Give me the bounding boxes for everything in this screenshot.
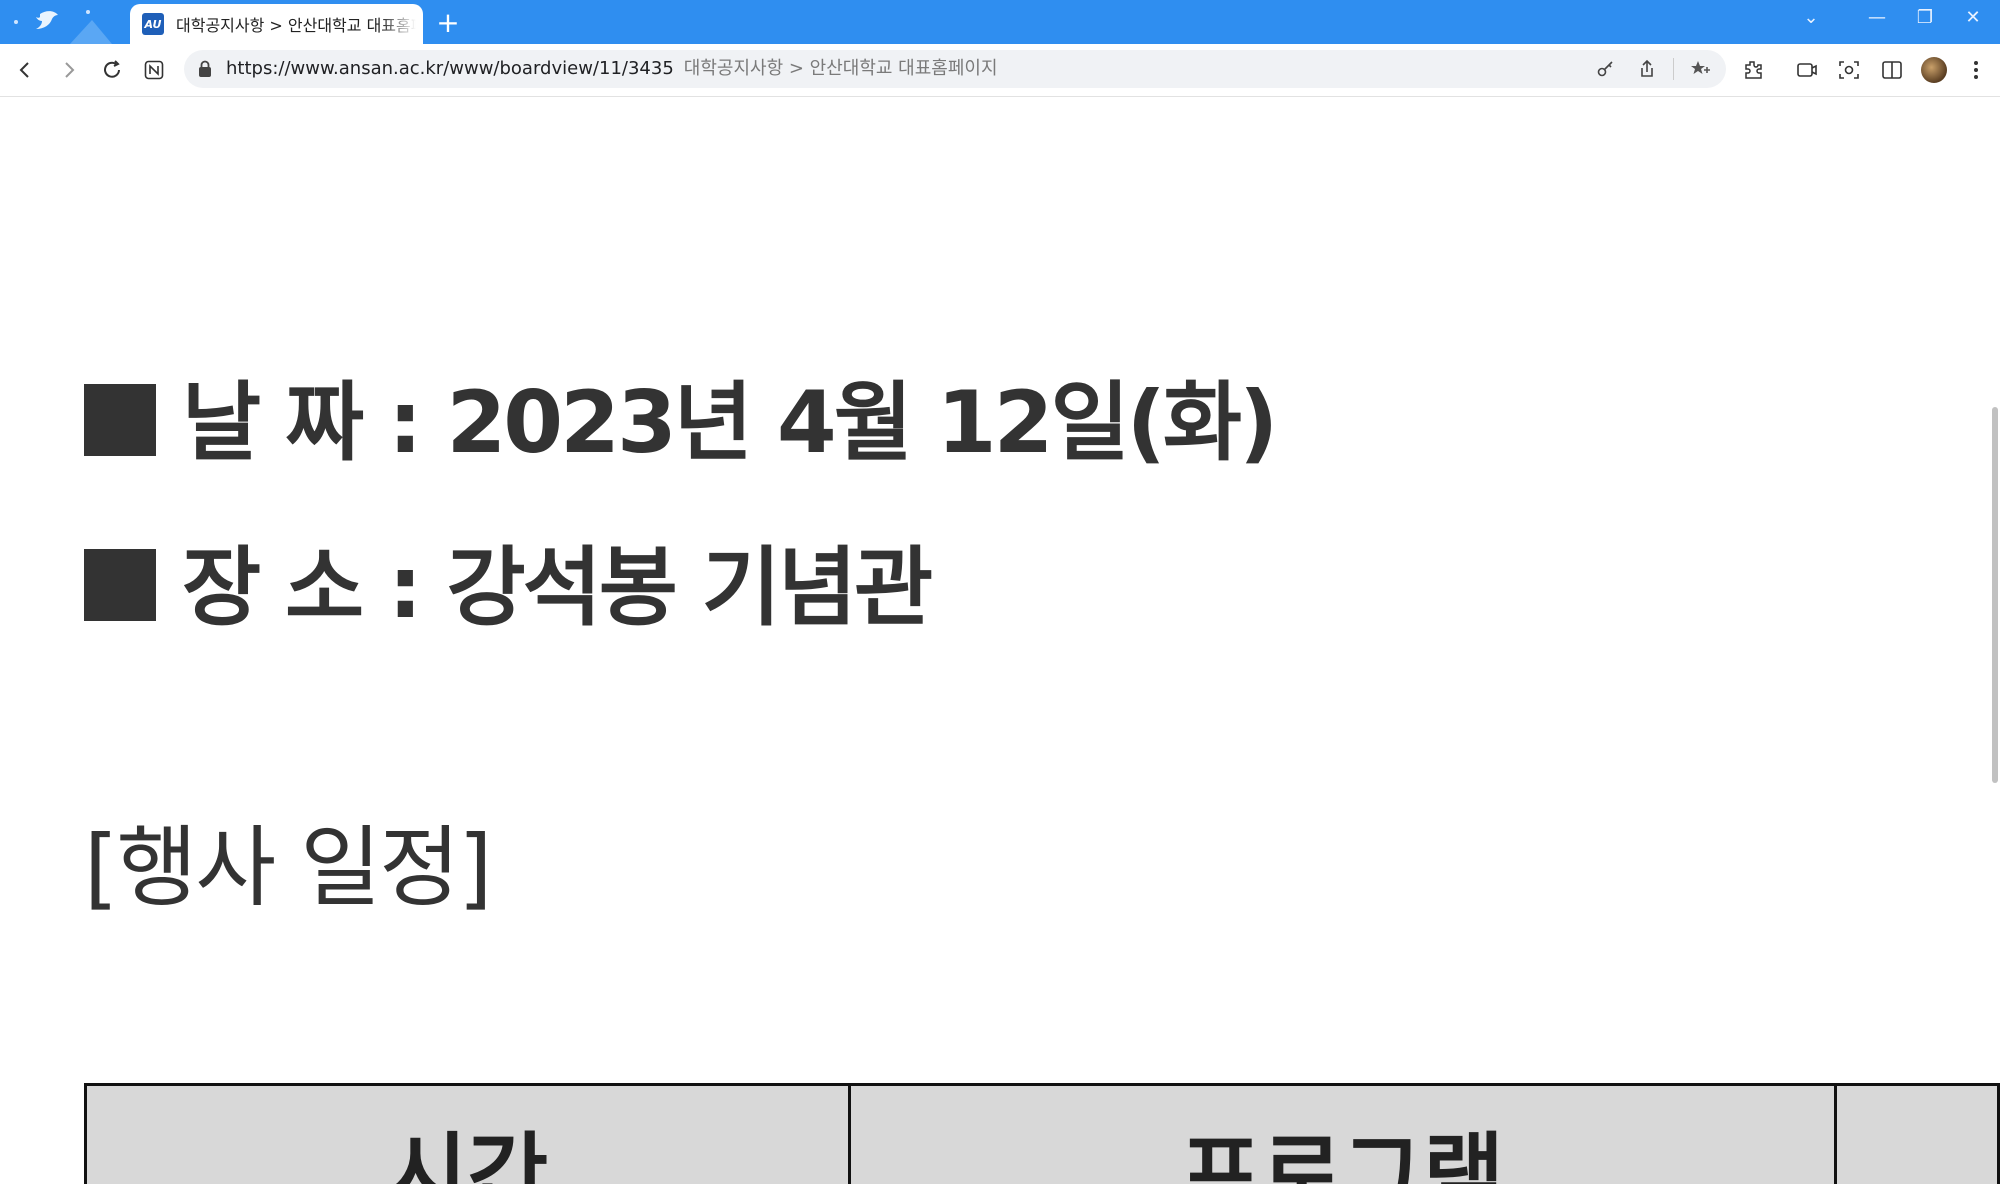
more-menu-icon[interactable] <box>1964 58 1988 82</box>
column-header-program: 프로그램 <box>847 1083 1838 1184</box>
url: https://www.ansan.ac.kr/www/boardview/11… <box>226 58 674 79</box>
page-scrollbar[interactable] <box>1988 97 2000 1184</box>
reload-button[interactable] <box>96 54 128 86</box>
event-date-line: 날 짜 : 2023년 4월 12일(화) <box>84 352 1278 477</box>
address-bar[interactable]: https://www.ansan.ac.kr/www/boardview/11… <box>184 50 1726 88</box>
site-favicon-icon: AU <box>142 13 164 35</box>
url-page-title: 대학공지사항 > 안산대학교 대표홈페이지 <box>683 58 998 79</box>
reload-icon <box>104 60 120 78</box>
back-button[interactable] <box>9 54 41 86</box>
tab-strip: AU 대학공지사항 > 안산대학교 대표홈페이지 + ⌄ — ❐ ✕ <box>0 0 2000 44</box>
new-tab-button[interactable]: + <box>432 7 464 39</box>
back-arrow-icon <box>19 62 29 78</box>
table-header-row: 시간 프로그램 <box>84 1083 2000 1184</box>
event-place-line: 장 소 : 강석봉 기념관 <box>84 517 933 642</box>
omnibox-divider <box>1673 58 1674 80</box>
tab-search-button[interactable]: ⌄ <box>1788 0 1834 36</box>
bullet-square-icon <box>84 384 156 456</box>
event-date-text: 날 짜 : 2023년 4월 12일(화) <box>182 373 1278 473</box>
key-icon[interactable] <box>1594 57 1618 81</box>
lock-icon[interactable] <box>198 60 212 82</box>
schedule-heading: [행사 일정] <box>84 816 492 919</box>
extensions-icon[interactable] <box>1741 58 1765 82</box>
bullet-square-icon <box>84 549 156 621</box>
split-view-icon[interactable] <box>1880 58 1904 82</box>
favorites-icon[interactable] <box>1689 57 1713 81</box>
share-icon[interactable] <box>1635 57 1659 81</box>
forward-button[interactable] <box>53 54 85 86</box>
column-header-time: 시간 <box>84 1083 851 1184</box>
record-icon[interactable] <box>1795 58 1819 82</box>
notion-extension-button[interactable] <box>138 54 170 86</box>
close-window-button[interactable]: ✕ <box>1950 0 1996 36</box>
tab-title: 대학공지사항 > 안산대학교 대표홈페이지 <box>176 16 416 35</box>
scrollbar-thumb[interactable] <box>1992 407 1998 783</box>
minimize-button[interactable]: — <box>1854 0 1900 36</box>
schedule-table: 시간 프로그램 <box>84 1083 2000 1184</box>
event-place-text: 장 소 : 강석봉 기념관 <box>182 538 933 638</box>
browser-theme-decoration <box>0 0 128 44</box>
forward-arrow-icon <box>65 62 75 78</box>
active-tab[interactable]: AU 대학공지사항 > 안산대학교 대표홈페이지 <box>130 4 423 44</box>
page-content: 날 짜 : 2023년 4월 12일(화) 장 소 : 강석봉 기념관 [행사 … <box>0 97 2000 1184</box>
column-header-extra <box>1834 1083 2000 1184</box>
screenshot-icon[interactable] <box>1837 58 1861 82</box>
url-text[interactable]: https://www.ansan.ac.kr/www/boardview/11… <box>226 50 998 88</box>
notion-icon <box>144 60 164 80</box>
profile-avatar[interactable] <box>1921 57 1947 83</box>
restore-button[interactable]: ❐ <box>1902 0 1948 36</box>
browser-toolbar: https://www.ansan.ac.kr/www/boardview/11… <box>0 44 2000 97</box>
